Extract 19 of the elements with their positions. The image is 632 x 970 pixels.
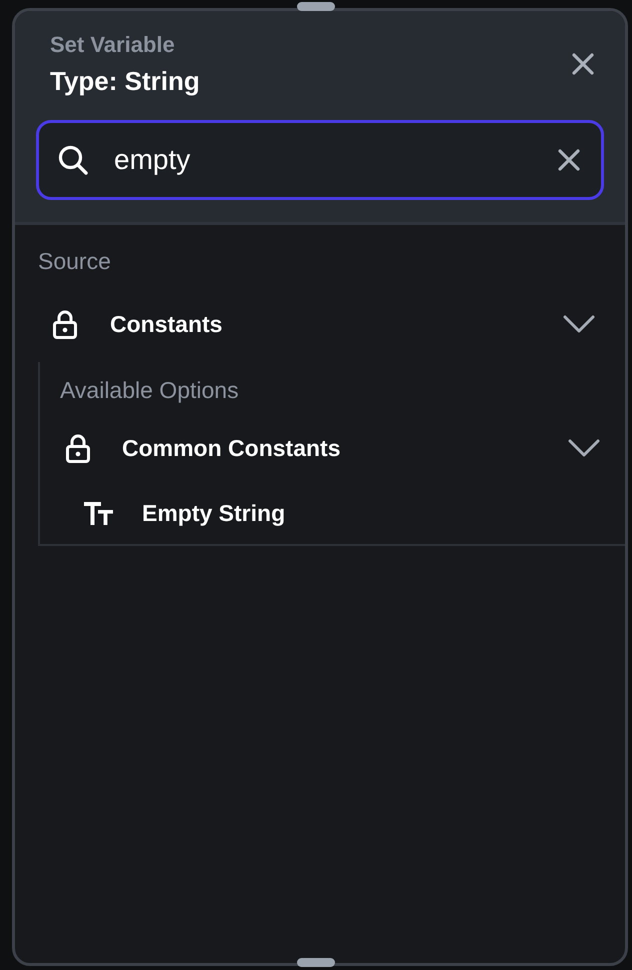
- dialog-subtitle: Set Variable: [50, 32, 175, 58]
- search-icon: [58, 145, 88, 175]
- clear-icon: [558, 149, 580, 171]
- dialog-title: Type: String: [50, 65, 200, 97]
- section-label: Available Options: [60, 378, 239, 402]
- lock-icon: [53, 309, 77, 339]
- section-label: Source: [38, 249, 111, 273]
- tree-item[interactable]: Empty String: [40, 482, 625, 544]
- search-field[interactable]: empty: [36, 120, 604, 200]
- tree-item[interactable]: Common Constants: [40, 414, 625, 482]
- close-button[interactable]: [572, 52, 594, 74]
- text-type-icon: [84, 502, 113, 524]
- tree-item[interactable]: Constants: [38, 286, 625, 362]
- search-input[interactable]: empty: [114, 140, 542, 180]
- drag-handle[interactable]: [297, 958, 335, 967]
- drag-handle[interactable]: [297, 2, 335, 11]
- clear-button[interactable]: [558, 149, 580, 171]
- close-icon: [572, 52, 594, 74]
- lock-icon: [66, 433, 90, 463]
